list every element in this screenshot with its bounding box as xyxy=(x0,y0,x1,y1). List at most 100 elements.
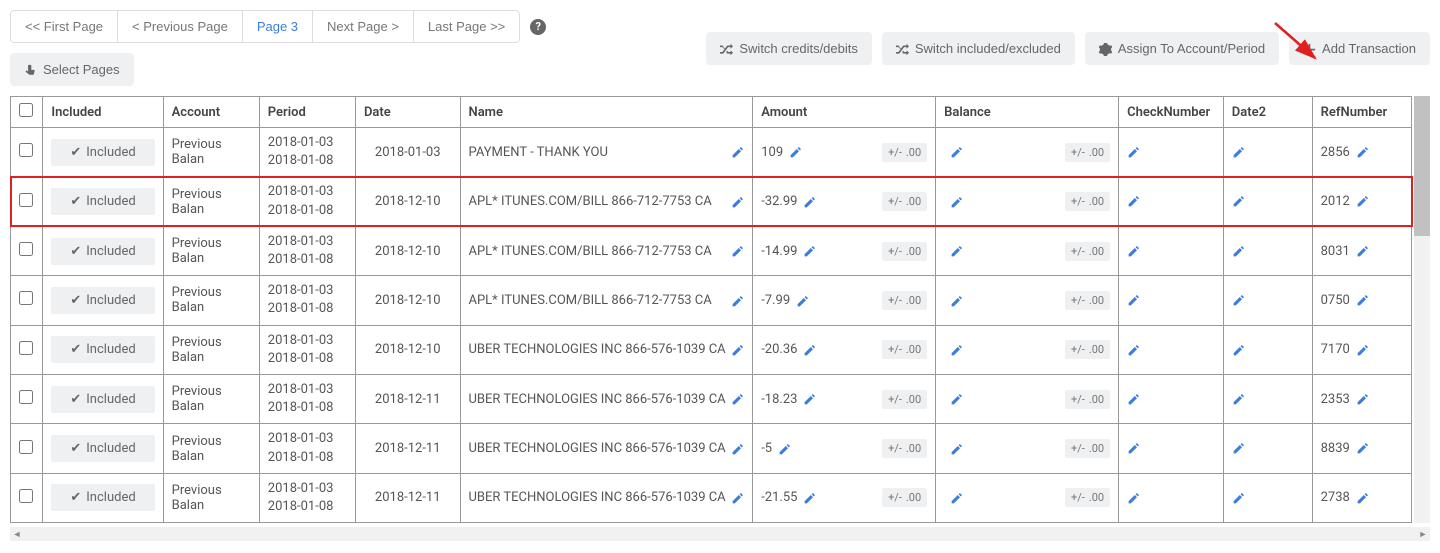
last-page-button[interactable]: Last Page >> xyxy=(413,10,520,43)
header-name[interactable]: Name xyxy=(460,97,753,128)
plus-minus-toggle[interactable]: +/-.00 xyxy=(882,340,927,359)
header-date2[interactable]: Date2 xyxy=(1223,97,1312,128)
plus-minus-toggle[interactable]: +/-.00 xyxy=(882,439,927,458)
edit-icon[interactable] xyxy=(1127,244,1140,258)
plus-minus-toggle[interactable]: +/-.00 xyxy=(1065,192,1110,211)
plus-minus-toggle[interactable]: +/-.00 xyxy=(882,192,927,211)
edit-icon[interactable] xyxy=(796,293,809,307)
row-checkbox[interactable] xyxy=(19,341,33,355)
edit-icon[interactable] xyxy=(778,441,791,455)
plus-minus-toggle[interactable]: +/-.00 xyxy=(1065,488,1110,507)
included-toggle[interactable]: ✔Included xyxy=(51,386,154,413)
edit-icon[interactable] xyxy=(1356,145,1369,159)
plus-minus-toggle[interactable]: +/-.00 xyxy=(882,390,927,409)
edit-icon[interactable] xyxy=(1127,441,1140,455)
edit-icon[interactable] xyxy=(803,392,816,406)
edit-icon[interactable] xyxy=(803,194,816,208)
edit-icon[interactable] xyxy=(1356,342,1369,356)
edit-icon[interactable] xyxy=(803,491,816,505)
plus-minus-toggle[interactable]: +/-.00 xyxy=(1065,291,1110,310)
edit-icon[interactable] xyxy=(1232,194,1245,208)
plus-minus-toggle[interactable]: +/-.00 xyxy=(1065,242,1110,261)
header-balance[interactable]: Balance xyxy=(936,97,1119,128)
edit-icon[interactable] xyxy=(1356,392,1369,406)
edit-icon[interactable] xyxy=(950,293,963,307)
row-checkbox[interactable] xyxy=(19,143,33,157)
edit-icon[interactable] xyxy=(950,392,963,406)
header-account[interactable]: Account xyxy=(163,97,259,128)
row-checkbox[interactable] xyxy=(19,193,33,207)
switch-included-excluded-button[interactable]: Switch included/excluded xyxy=(882,32,1075,65)
edit-icon[interactable] xyxy=(1356,490,1369,504)
select-all-checkbox[interactable] xyxy=(19,103,33,117)
horizontal-scrollbar[interactable]: ◄ ► xyxy=(10,527,1430,541)
edit-icon[interactable] xyxy=(950,194,963,208)
edit-icon[interactable] xyxy=(950,343,963,357)
first-page-button[interactable]: << First Page xyxy=(10,10,118,43)
edit-icon[interactable] xyxy=(731,491,744,505)
edit-icon[interactable] xyxy=(1232,441,1245,455)
row-checkbox[interactable] xyxy=(19,390,33,404)
current-page-button[interactable]: Page 3 xyxy=(242,10,313,43)
edit-icon[interactable] xyxy=(1356,441,1369,455)
add-transaction-button[interactable]: Add Transaction xyxy=(1289,32,1430,65)
plus-minus-toggle[interactable]: +/-.00 xyxy=(1065,340,1110,359)
edit-icon[interactable] xyxy=(731,145,744,159)
plus-minus-toggle[interactable]: +/-.00 xyxy=(1065,439,1110,458)
header-amount[interactable]: Amount xyxy=(753,97,936,128)
prev-page-button[interactable]: < Previous Page xyxy=(117,10,243,43)
included-toggle[interactable]: ✔Included xyxy=(51,139,154,166)
included-toggle[interactable]: ✔Included xyxy=(51,435,154,462)
edit-icon[interactable] xyxy=(803,244,816,258)
header-included[interactable]: Included xyxy=(43,97,163,128)
row-checkbox[interactable] xyxy=(19,242,33,256)
edit-icon[interactable] xyxy=(1127,490,1140,504)
next-page-button[interactable]: Next Page > xyxy=(312,10,414,43)
edit-icon[interactable] xyxy=(950,491,963,505)
header-checknumber[interactable]: CheckNumber xyxy=(1119,97,1224,128)
included-toggle[interactable]: ✔Included xyxy=(51,188,154,215)
plus-minus-toggle[interactable]: +/-.00 xyxy=(882,143,927,162)
edit-icon[interactable] xyxy=(1232,244,1245,258)
edit-icon[interactable] xyxy=(1356,194,1369,208)
switch-credits-debits-button[interactable]: Switch credits/debits xyxy=(706,32,872,65)
scroll-left-arrow-icon[interactable]: ◄ xyxy=(10,527,24,541)
assign-account-period-button[interactable]: Assign To Account/Period xyxy=(1085,32,1279,65)
edit-icon[interactable] xyxy=(731,343,744,357)
edit-icon[interactable] xyxy=(1232,392,1245,406)
plus-minus-toggle[interactable]: +/-.00 xyxy=(882,488,927,507)
edit-icon[interactable] xyxy=(731,293,744,307)
edit-icon[interactable] xyxy=(950,441,963,455)
included-toggle[interactable]: ✔Included xyxy=(51,484,154,511)
edit-icon[interactable] xyxy=(1356,244,1369,258)
plus-minus-toggle[interactable]: +/-.00 xyxy=(882,291,927,310)
edit-icon[interactable] xyxy=(789,145,802,159)
edit-icon[interactable] xyxy=(1127,293,1140,307)
included-toggle[interactable]: ✔Included xyxy=(51,336,154,363)
header-period[interactable]: Period xyxy=(259,97,355,128)
edit-icon[interactable] xyxy=(1356,293,1369,307)
plus-minus-toggle[interactable]: +/-.00 xyxy=(1065,390,1110,409)
select-pages-button[interactable]: Select Pages xyxy=(10,53,134,86)
plus-minus-toggle[interactable]: +/-.00 xyxy=(1065,143,1110,162)
edit-icon[interactable] xyxy=(1232,490,1245,504)
edit-icon[interactable] xyxy=(1232,145,1245,159)
edit-icon[interactable] xyxy=(1127,194,1140,208)
header-date[interactable]: Date xyxy=(355,97,460,128)
edit-icon[interactable] xyxy=(1232,342,1245,356)
header-refnumber[interactable]: RefNumber xyxy=(1312,97,1411,128)
row-checkbox[interactable] xyxy=(19,291,33,305)
edit-icon[interactable] xyxy=(731,194,744,208)
row-checkbox[interactable] xyxy=(19,489,33,503)
help-icon[interactable]: ? xyxy=(530,19,546,35)
row-checkbox[interactable] xyxy=(19,440,33,454)
edit-icon[interactable] xyxy=(1127,145,1140,159)
vertical-scrollbar[interactable] xyxy=(1414,96,1430,523)
edit-icon[interactable] xyxy=(1232,293,1245,307)
edit-icon[interactable] xyxy=(731,392,744,406)
edit-icon[interactable] xyxy=(731,244,744,258)
edit-icon[interactable] xyxy=(1127,342,1140,356)
edit-icon[interactable] xyxy=(803,343,816,357)
vertical-scrollbar-thumb[interactable] xyxy=(1414,96,1430,236)
edit-icon[interactable] xyxy=(950,145,963,159)
